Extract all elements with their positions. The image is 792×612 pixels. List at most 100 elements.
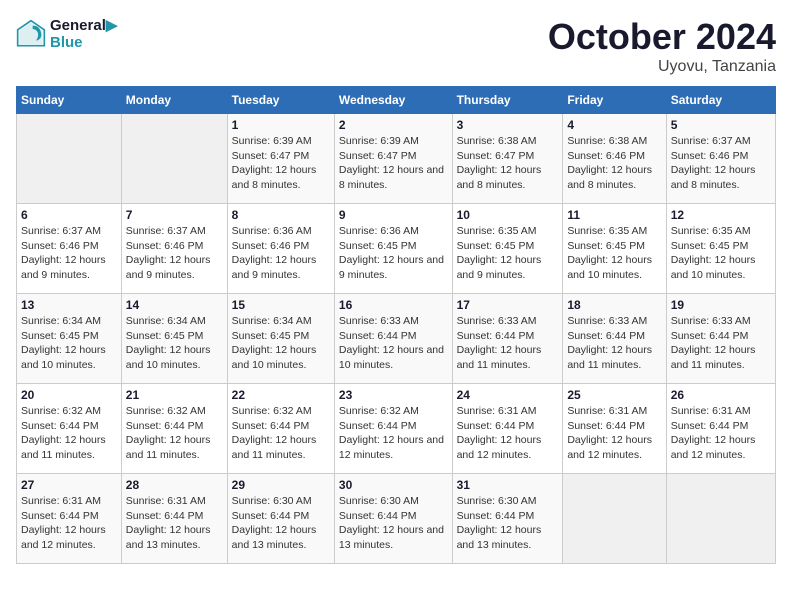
calendar-cell: 22 Sunrise: 6:32 AMSunset: 6:44 PMDayligh… bbox=[227, 384, 334, 474]
day-info: Sunrise: 6:30 AMSunset: 6:44 PMDaylight:… bbox=[232, 494, 330, 553]
calendar-cell: 27 Sunrise: 6:31 AMSunset: 6:44 PMDayligh… bbox=[17, 474, 122, 564]
day-number: 3 bbox=[457, 118, 559, 132]
weekday-header-cell: Tuesday bbox=[227, 87, 334, 114]
calendar-cell: 9Sunrise: 6:36 AMSunset: 6:45 PMDaylight… bbox=[334, 204, 452, 294]
calendar-cell: 15 Sunrise: 6:34 AMSunset: 6:45 PMDayligh… bbox=[227, 294, 334, 384]
day-number: 12 bbox=[671, 208, 771, 222]
weekday-header-cell: Wednesday bbox=[334, 87, 452, 114]
calendar-table: SundayMondayTuesdayWednesdayThursdayFrid… bbox=[16, 86, 776, 564]
calendar-cell: 18Sunrise: 6:33 AMSunset: 6:44 PMDayligh… bbox=[563, 294, 666, 384]
day-number: 4 bbox=[567, 118, 661, 132]
day-number: 16 bbox=[339, 298, 448, 312]
day-info: Sunrise: 6:31 AMSunset: 6:44 PMDaylight:… bbox=[671, 404, 771, 463]
calendar-cell: 31 Sunrise: 6:30 AMSunset: 6:44 PMDayligh… bbox=[452, 474, 563, 564]
calendar-cell: 10 Sunrise: 6:35 AMSunset: 6:45 PMDayligh… bbox=[452, 204, 563, 294]
day-number: 2 bbox=[339, 118, 448, 132]
month-title: October 2024 bbox=[548, 16, 776, 58]
day-number: 24 bbox=[457, 388, 559, 402]
day-info: Sunrise: 6:31 AMSunset: 6:44 PMDaylight:… bbox=[21, 494, 117, 553]
calendar-week-row: 20 Sunrise: 6:32 AMSunset: 6:44 PMDayligh… bbox=[17, 384, 776, 474]
day-info: Sunrise: 6:32 AMSunset: 6:44 PMDaylight:… bbox=[339, 404, 448, 463]
calendar-cell bbox=[563, 474, 666, 564]
day-number: 8 bbox=[232, 208, 330, 222]
day-info: Sunrise: 6:37 AMSunset: 6:46 PMDaylight:… bbox=[126, 224, 223, 283]
calendar-cell: 1Sunrise: 6:39 AMSunset: 6:47 PMDaylight… bbox=[227, 114, 334, 204]
day-info: Sunrise: 6:38 AMSunset: 6:46 PMDaylight:… bbox=[567, 134, 661, 193]
location-title: Uyovu, Tanzania bbox=[548, 58, 776, 76]
day-info: Sunrise: 6:35 AMSunset: 6:45 PMDaylight:… bbox=[671, 224, 771, 283]
day-number: 30 bbox=[339, 478, 448, 492]
day-info: Sunrise: 6:31 AMSunset: 6:44 PMDaylight:… bbox=[567, 404, 661, 463]
calendar-cell: 24Sunrise: 6:31 AMSunset: 6:44 PMDayligh… bbox=[452, 384, 563, 474]
calendar-cell: 29 Sunrise: 6:30 AMSunset: 6:44 PMDayligh… bbox=[227, 474, 334, 564]
day-info: Sunrise: 6:32 AMSunset: 6:44 PMDaylight:… bbox=[232, 404, 330, 463]
calendar-cell: 2 Sunrise: 6:39 AMSunset: 6:47 PMDaylight… bbox=[334, 114, 452, 204]
day-number: 29 bbox=[232, 478, 330, 492]
calendar-cell: 28 Sunrise: 6:31 AMSunset: 6:44 PMDayligh… bbox=[121, 474, 227, 564]
day-number: 7 bbox=[126, 208, 223, 222]
calendar-cell: 17 Sunrise: 6:33 AMSunset: 6:44 PMDayligh… bbox=[452, 294, 563, 384]
day-number: 1 bbox=[232, 118, 330, 132]
calendar-cell: 20 Sunrise: 6:32 AMSunset: 6:44 PMDayligh… bbox=[17, 384, 122, 474]
calendar-cell: 25 Sunrise: 6:31 AMSunset: 6:44 PMDayligh… bbox=[563, 384, 666, 474]
day-info: Sunrise: 6:35 AMSunset: 6:45 PMDaylight:… bbox=[457, 224, 559, 283]
day-number: 31 bbox=[457, 478, 559, 492]
calendar-week-row: 13Sunrise: 6:34 AMSunset: 6:45 PMDayligh… bbox=[17, 294, 776, 384]
calendar-cell: 7 Sunrise: 6:37 AMSunset: 6:46 PMDaylight… bbox=[121, 204, 227, 294]
day-info: Sunrise: 6:34 AMSunset: 6:45 PMDaylight:… bbox=[21, 314, 117, 373]
day-info: Sunrise: 6:33 AMSunset: 6:44 PMDaylight:… bbox=[457, 314, 559, 373]
day-number: 21 bbox=[126, 388, 223, 402]
calendar-cell bbox=[121, 114, 227, 204]
calendar-cell: 5 Sunrise: 6:37 AMSunset: 6:46 PMDaylight… bbox=[666, 114, 775, 204]
calendar-body: 1 Sunrise: 6:39 AMSunset: 6:47 PMDaylight… bbox=[17, 114, 776, 564]
day-info: Sunrise: 6:39 AMSunset: 6:47 PMDaylight:… bbox=[339, 134, 448, 193]
day-info: Sunrise: 6:33 AMSunset: 6:44 PMDaylight:… bbox=[567, 314, 661, 373]
title-area: October 2024 Uyovu, Tanzania bbox=[548, 16, 776, 76]
day-number: 28 bbox=[126, 478, 223, 492]
calendar-header-row: SundayMondayTuesdayWednesdayThursdayFrid… bbox=[17, 87, 776, 114]
calendar-week-row: 1 Sunrise: 6:39 AMSunset: 6:47 PMDaylight… bbox=[17, 114, 776, 204]
calendar-cell: 4 Sunrise: 6:38 AMSunset: 6:46 PMDaylight… bbox=[563, 114, 666, 204]
calendar-cell: 8Sunrise: 6:36 AMSunset: 6:46 PMDaylight… bbox=[227, 204, 334, 294]
day-number: 20 bbox=[21, 388, 117, 402]
logo: General▶ Blue bbox=[16, 16, 117, 51]
calendar-cell: 11Sunrise: 6:35 AMSunset: 6:45 PMDayligh… bbox=[563, 204, 666, 294]
calendar-cell: 13Sunrise: 6:34 AMSunset: 6:45 PMDayligh… bbox=[17, 294, 122, 384]
day-info: Sunrise: 6:37 AMSunset: 6:46 PMDaylight:… bbox=[21, 224, 117, 283]
day-number: 26 bbox=[671, 388, 771, 402]
weekday-header-cell: Friday bbox=[563, 87, 666, 114]
calendar-cell: 12 Sunrise: 6:35 AMSunset: 6:45 PMDayligh… bbox=[666, 204, 775, 294]
day-number: 14 bbox=[126, 298, 223, 312]
day-info: Sunrise: 6:32 AMSunset: 6:44 PMDaylight:… bbox=[21, 404, 117, 463]
logo-icon bbox=[16, 19, 46, 49]
day-info: Sunrise: 6:34 AMSunset: 6:45 PMDaylight:… bbox=[232, 314, 330, 373]
day-number: 27 bbox=[21, 478, 117, 492]
calendar-cell: 19 Sunrise: 6:33 AMSunset: 6:44 PMDayligh… bbox=[666, 294, 775, 384]
page-header: General▶ Blue October 2024 Uyovu, Tanzan… bbox=[16, 16, 776, 76]
day-info: Sunrise: 6:34 AMSunset: 6:45 PMDaylight:… bbox=[126, 314, 223, 373]
calendar-cell: 3 Sunrise: 6:38 AMSunset: 6:47 PMDaylight… bbox=[452, 114, 563, 204]
calendar-cell: 6Sunrise: 6:37 AMSunset: 6:46 PMDaylight… bbox=[17, 204, 122, 294]
logo-text: General▶ Blue bbox=[50, 16, 117, 51]
day-number: 22 bbox=[232, 388, 330, 402]
day-info: Sunrise: 6:38 AMSunset: 6:47 PMDaylight:… bbox=[457, 134, 559, 193]
calendar-cell: 16Sunrise: 6:33 AMSunset: 6:44 PMDayligh… bbox=[334, 294, 452, 384]
day-number: 5 bbox=[671, 118, 771, 132]
calendar-cell: 21 Sunrise: 6:32 AMSunset: 6:44 PMDayligh… bbox=[121, 384, 227, 474]
calendar-cell: 30 Sunrise: 6:30 AMSunset: 6:44 PMDayligh… bbox=[334, 474, 452, 564]
calendar-week-row: 27 Sunrise: 6:31 AMSunset: 6:44 PMDayligh… bbox=[17, 474, 776, 564]
day-info: Sunrise: 6:33 AMSunset: 6:44 PMDaylight:… bbox=[671, 314, 771, 373]
day-info: Sunrise: 6:30 AMSunset: 6:44 PMDaylight:… bbox=[339, 494, 448, 553]
weekday-header-cell: Monday bbox=[121, 87, 227, 114]
day-number: 10 bbox=[457, 208, 559, 222]
day-info: Sunrise: 6:32 AMSunset: 6:44 PMDaylight:… bbox=[126, 404, 223, 463]
day-number: 25 bbox=[567, 388, 661, 402]
day-info: Sunrise: 6:37 AMSunset: 6:46 PMDaylight:… bbox=[671, 134, 771, 193]
day-number: 17 bbox=[457, 298, 559, 312]
calendar-cell: 23Sunrise: 6:32 AMSunset: 6:44 PMDayligh… bbox=[334, 384, 452, 474]
day-number: 15 bbox=[232, 298, 330, 312]
day-info: Sunrise: 6:30 AMSunset: 6:44 PMDaylight:… bbox=[457, 494, 559, 553]
day-info: Sunrise: 6:31 AMSunset: 6:44 PMDaylight:… bbox=[126, 494, 223, 553]
calendar-cell bbox=[17, 114, 122, 204]
day-number: 19 bbox=[671, 298, 771, 312]
